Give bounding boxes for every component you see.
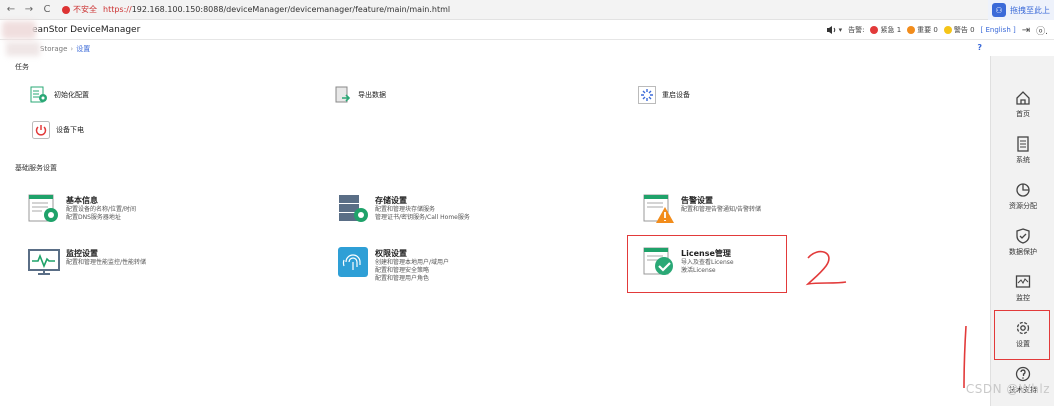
critical-alarm[interactable]: 紧急 1 bbox=[870, 25, 901, 35]
task-initial-config[interactable]: 初始化配置 bbox=[30, 86, 89, 104]
card-desc: 管理证书/密钥服务/Call Home服务 bbox=[375, 214, 470, 221]
alarm-label: 告警: bbox=[848, 26, 865, 34]
sidebar-item-home[interactable]: 首页 bbox=[991, 90, 1054, 134]
tasks-section-title: 任务 bbox=[15, 63, 29, 71]
card-basic-info[interactable]: 基本信息 配置设备的名称/位置/时间 配置DNS服务器地址 bbox=[28, 193, 136, 225]
restart-icon bbox=[638, 86, 656, 104]
card-desc: 配置和管理性能监控/性能转储 bbox=[66, 259, 147, 266]
app-header: eanStor DeviceManager ▾ 告警: 紧急 1 重要 0 警告… bbox=[0, 20, 1054, 40]
export-icon bbox=[335, 86, 351, 103]
task-restart-device[interactable]: 重启设备 bbox=[638, 86, 690, 104]
card-alarm-settings[interactable]: 告警设置 配置和管理告警通知/告警转储 bbox=[643, 193, 761, 225]
system-icon bbox=[1017, 136, 1029, 152]
task-power-off[interactable]: 设备下电 bbox=[32, 121, 84, 139]
card-desc: 配置和管理告警通知/告警转储 bbox=[681, 206, 762, 213]
reload-icon[interactable]: C bbox=[40, 4, 54, 15]
checklist-gear-icon bbox=[30, 86, 47, 103]
speaker-icon bbox=[826, 26, 835, 34]
warning-alarm[interactable]: 警告 0 bbox=[943, 25, 975, 35]
monitor-settings-icon bbox=[28, 249, 60, 275]
card-monitor-settings[interactable]: 监控设置 配置和管理性能监控/性能转储 bbox=[28, 246, 146, 278]
card-title: 监控设置 bbox=[66, 249, 98, 258]
card-desc: 配置和管理安全策略 bbox=[375, 267, 430, 274]
logo-blur bbox=[2, 21, 36, 39]
sidebar-item-data-protection[interactable]: 数据保护 bbox=[991, 228, 1054, 272]
breadcrumb-current: 设置 bbox=[76, 45, 91, 53]
power-icon bbox=[32, 121, 50, 139]
basic-info-icon bbox=[28, 194, 58, 222]
task-export-data[interactable]: 导出数据 bbox=[334, 86, 386, 104]
app-title: eanStor DeviceManager bbox=[32, 24, 141, 35]
sidebar-item-resource[interactable]: 资源分配 bbox=[991, 182, 1054, 226]
home-icon bbox=[1016, 91, 1030, 105]
help-icon[interactable]: ⓞ. bbox=[1036, 24, 1048, 37]
basic-section-title: 基础服务设置 bbox=[15, 164, 57, 172]
resource-icon bbox=[1016, 183, 1030, 197]
annotation-highlight-license bbox=[627, 235, 787, 293]
header-right: ▾ 告警: 紧急 1 重要 0 警告 0 [ English ] ⇥ ⓞ. bbox=[826, 20, 1048, 40]
major-alarm[interactable]: 重要 0 bbox=[907, 25, 938, 35]
card-title: 权限设置 bbox=[375, 249, 407, 258]
breadcrumb-parent[interactable]: Storage bbox=[40, 45, 67, 53]
storage-icon bbox=[339, 195, 368, 222]
card-title: 存储设置 bbox=[375, 196, 407, 205]
fingerprint-icon bbox=[338, 247, 368, 277]
help-icon bbox=[1015, 366, 1031, 382]
forward-icon[interactable]: → bbox=[22, 4, 36, 15]
card-desc: 配置和管理块存储服务 bbox=[375, 206, 436, 213]
logout-icon[interactable]: ⇥ bbox=[1022, 25, 1030, 36]
sidebar-item-system[interactable]: 系统 bbox=[991, 136, 1054, 180]
card-desc: 配置设备的名称/位置/时间 bbox=[66, 206, 137, 213]
shield-icon bbox=[1016, 228, 1030, 244]
language-switch[interactable]: [ English ] bbox=[981, 26, 1016, 34]
card-permission-settings[interactable]: 权限设置 创建和管理本地用户/域用户 配置和管理安全策略 配置和管理用户角色 bbox=[337, 246, 449, 283]
card-title: 基本信息 bbox=[66, 196, 98, 205]
warning-icon bbox=[62, 5, 70, 14]
page-help-button[interactable]: ? bbox=[977, 43, 982, 52]
chevron-right-icon: › bbox=[70, 45, 74, 53]
annotation-number-two bbox=[805, 250, 847, 286]
card-desc: 配置和管理用户角色 bbox=[375, 275, 430, 282]
alarm-settings-icon bbox=[643, 194, 674, 223]
back-icon[interactable]: ← bbox=[4, 4, 18, 15]
extension-icon: ⚇ bbox=[992, 3, 1006, 17]
extension-button[interactable]: ⚇ 拖拽至此上 bbox=[988, 0, 1054, 20]
breadcrumb: Storage › 设置 ? bbox=[0, 42, 990, 56]
sound-toggle[interactable]: ▾ bbox=[826, 26, 842, 34]
breadcrumb-blur bbox=[6, 42, 40, 56]
browser-address-bar: ← → C 不安全 https://192.168.100.150:8088/d… bbox=[0, 0, 1054, 20]
card-desc: 配置DNS服务器地址 bbox=[66, 214, 121, 221]
monitor-icon bbox=[1015, 275, 1031, 288]
card-title: 告警设置 bbox=[681, 196, 713, 205]
annotation-highlight-settings bbox=[994, 310, 1050, 360]
card-desc: 创建和管理本地用户/域用户 bbox=[375, 259, 450, 266]
url-field[interactable]: https://192.168.100.150:8088/deviceManag… bbox=[103, 5, 450, 14]
watermark: CSDN @Whlz bbox=[965, 382, 1050, 396]
insecure-indicator[interactable]: 不安全 bbox=[62, 4, 97, 15]
card-storage-settings[interactable]: 存储设置 配置和管理块存储服务 管理证书/密钥服务/Call Home服务 bbox=[337, 193, 470, 225]
